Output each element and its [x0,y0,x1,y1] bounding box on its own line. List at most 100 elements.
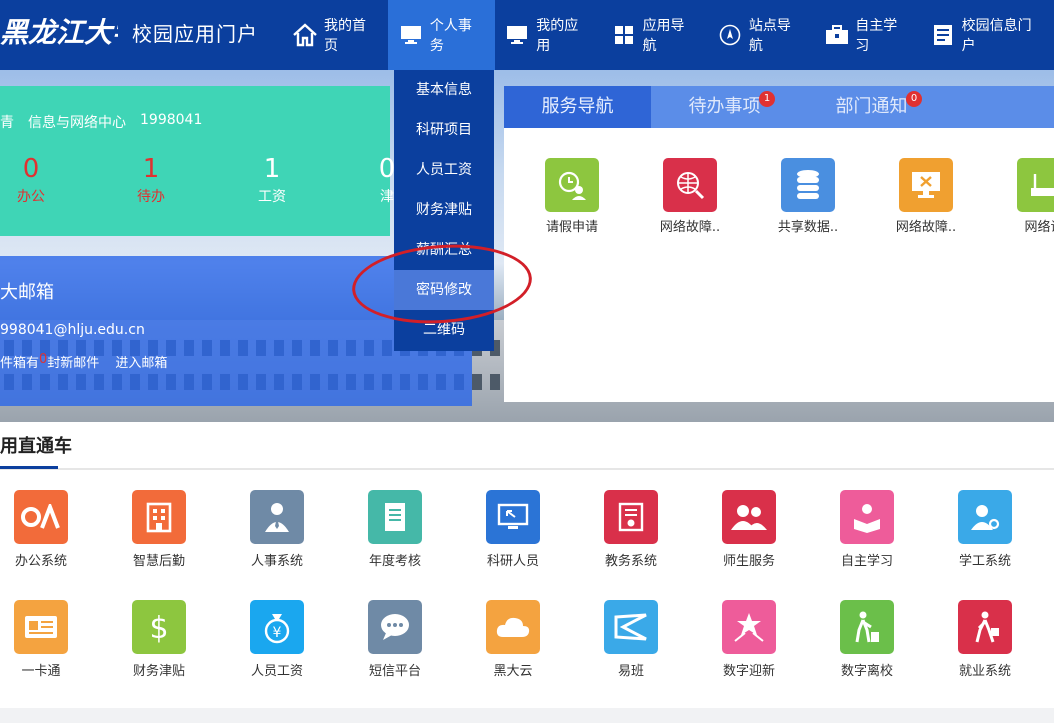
service-app-network-fault-1[interactable]: 网络故障.. [640,158,740,235]
service-app-network-fault-2[interactable]: 网络故障.. [876,158,976,235]
nav-home[interactable]: 我的首页 [282,0,388,70]
footer-strip [0,708,1054,723]
app-staff-salary[interactable]: ¥ 人员工资 [227,600,327,679]
user-name: 青 [0,115,14,131]
monitor-tools-icon [899,158,953,212]
app-label: 师生服务 [722,554,775,569]
stat-salary[interactable]: 1 工资 [237,154,307,206]
mail-title: 大邮箱 [0,282,54,303]
service-app-list: 请假申请 网络故障.. 共享数据.. 网络故障.. 网络设 [504,158,1054,238]
stat-office-label: 办公 [17,189,45,205]
apps-section-title: 用直通车 [0,436,72,457]
nav-home-label: 我的首页 [324,18,366,54]
service-app-shared-data[interactable]: 共享数据.. [758,158,858,235]
app-student-affairs[interactable]: 学工系统 [935,490,1035,569]
nav-self-study[interactable]: 自主学习 [814,0,920,70]
personal-affairs-dropdown: 基本信息 科研项目 人员工资 财务津贴 薪酬汇总 密码修改 二维码 [394,70,494,351]
nav-personal-affairs-label: 个人事务 [429,18,472,54]
app-label: 智慧后勤 [132,554,185,569]
app-label: 一卡通 [21,664,61,679]
app-financial-allowance[interactable]: $ 财务津贴 [109,600,209,679]
service-app-label: 共享数据.. [777,220,839,235]
user-info-row: 青 信息与网络中心 1998041 [0,112,216,132]
menu-item-basic-info[interactable]: 基本信息 [394,70,494,110]
todo-badge: 1 [759,91,775,107]
app-yiban[interactable]: 易班 [581,600,681,679]
service-app-network-device[interactable]: 网络设 [994,158,1054,235]
oa-icon [14,490,68,544]
service-app-label: 网络故障.. [659,220,721,235]
app-sms-platform[interactable]: 短信平台 [345,600,445,679]
tab-department-notice[interactable]: 部门通知 0 [798,86,945,128]
nav-personal-affairs[interactable]: 个人事务 [388,0,495,70]
apps-section-header: 用直通车 [0,422,1054,470]
app-research-staff[interactable]: 科研人员 [463,490,563,569]
service-app-label: 网络设 [1024,220,1054,235]
user-department: 信息与网络中心 [28,115,126,131]
app-label: 教务系统 [604,554,657,569]
nav-app-navigation-label: 应用导航 [642,18,685,54]
building-window [472,374,482,390]
app-hlju-cloud[interactable]: 黑大云 [463,600,563,679]
menu-item-staff-salary[interactable]: 人员工资 [394,150,494,190]
nav-my-apps[interactable]: 我的应用 [495,0,601,70]
university-logo[interactable]: 黑龙江大学 [0,10,118,54]
grid-icon [611,22,636,48]
app-employment-system[interactable]: 就业系统 [935,600,1035,679]
stat-todo[interactable]: 1 待办 [116,154,186,206]
app-digital-graduation[interactable]: 数字离校 [817,600,917,679]
portal-title: 校园应用门户 [132,22,258,46]
enter-mailbox-link[interactable]: 进入邮箱 [115,352,167,371]
app-teacher-student-service[interactable]: 师生服务 [699,490,799,569]
stat-office[interactable]: 0 办公 [0,154,66,206]
nav-site-navigation-label: 站点导航 [748,18,791,54]
menu-item-salary-summary[interactable]: 薪酬汇总 [394,230,494,270]
app-hr-system[interactable]: 人事系统 [227,490,327,569]
app-label: 自主学习 [840,554,893,569]
app-label: 学工系统 [958,554,1011,569]
menu-item-financial-allowance[interactable]: 财务津贴 [394,190,494,230]
service-app-leave-request[interactable]: 请假申请 [522,158,622,235]
stat-office-value: 0 [22,154,40,184]
app-annual-assessment[interactable]: 年度考核 [345,490,445,569]
tab-todo-items[interactable]: 待办事项 1 [651,86,798,128]
app-label: 年度考核 [368,554,421,569]
app-campus-card[interactable]: 一卡通 [0,600,91,679]
menu-item-research-projects[interactable]: 科研项目 [394,110,494,150]
tab-todo-items-label: 待办事项 [688,96,761,117]
monitor-icon [505,22,530,48]
menu-item-change-password[interactable]: 密码修改 [394,270,494,310]
app-label: 财务津贴 [132,664,185,679]
tab-service-navigation[interactable]: 服务导航 [504,86,651,128]
mail-address: 998041@hlju.edu.cn [0,322,145,338]
user-info-card: 青 信息与网络中心 1998041 0 办公 1 待办 1 工资 0 津 [0,86,395,236]
service-app-label: 请假申请 [545,220,598,235]
stat-todo-value: 1 [142,154,160,184]
cloud-icon [486,600,540,654]
globe-search-icon [663,158,717,212]
tab-department-notice-label: 部门通知 [835,96,908,117]
app-label: 短信平台 [368,664,421,679]
app-academic-affairs[interactable]: 教务系统 [581,490,681,569]
main-nav: 我的首页 个人事务 我的应用 应用导航 站点导航 自主学习 校园信息门户 [282,0,1054,70]
nav-campus-info-portal[interactable]: 校园信息门户 [920,0,1054,70]
nav-site-navigation[interactable]: 站点导航 [707,0,813,70]
walking-luggage-icon [840,600,894,654]
top-navigation-bar: 黑龙江大学 校园应用门户 我的首页 个人事务 我的应用 应用导航 [0,0,1054,70]
mail-info: 件箱有 0 封新邮件 进入邮箱 [0,352,167,371]
monitor-icon [398,22,423,48]
tab-service-navigation-label: 服务导航 [541,96,614,117]
reader-icon [840,490,894,544]
app-smart-logistics[interactable]: 智慧后勤 [109,490,209,569]
app-label: 科研人员 [486,554,539,569]
user-id: 1998041 [140,112,203,128]
nav-app-navigation[interactable]: 应用导航 [601,0,707,70]
menu-item-qr-code[interactable]: 二维码 [394,310,494,350]
app-self-study[interactable]: 自主学习 [817,490,917,569]
svg-text:黑龙江大学: 黑龙江大学 [0,16,118,49]
app-office-system[interactable]: 办公系统 [0,490,91,569]
stat-todo-label: 待办 [137,189,165,205]
app-digital-enrollment[interactable]: 数字迎新 [699,600,799,679]
person-tie-icon [250,490,304,544]
compass-icon [717,22,742,48]
